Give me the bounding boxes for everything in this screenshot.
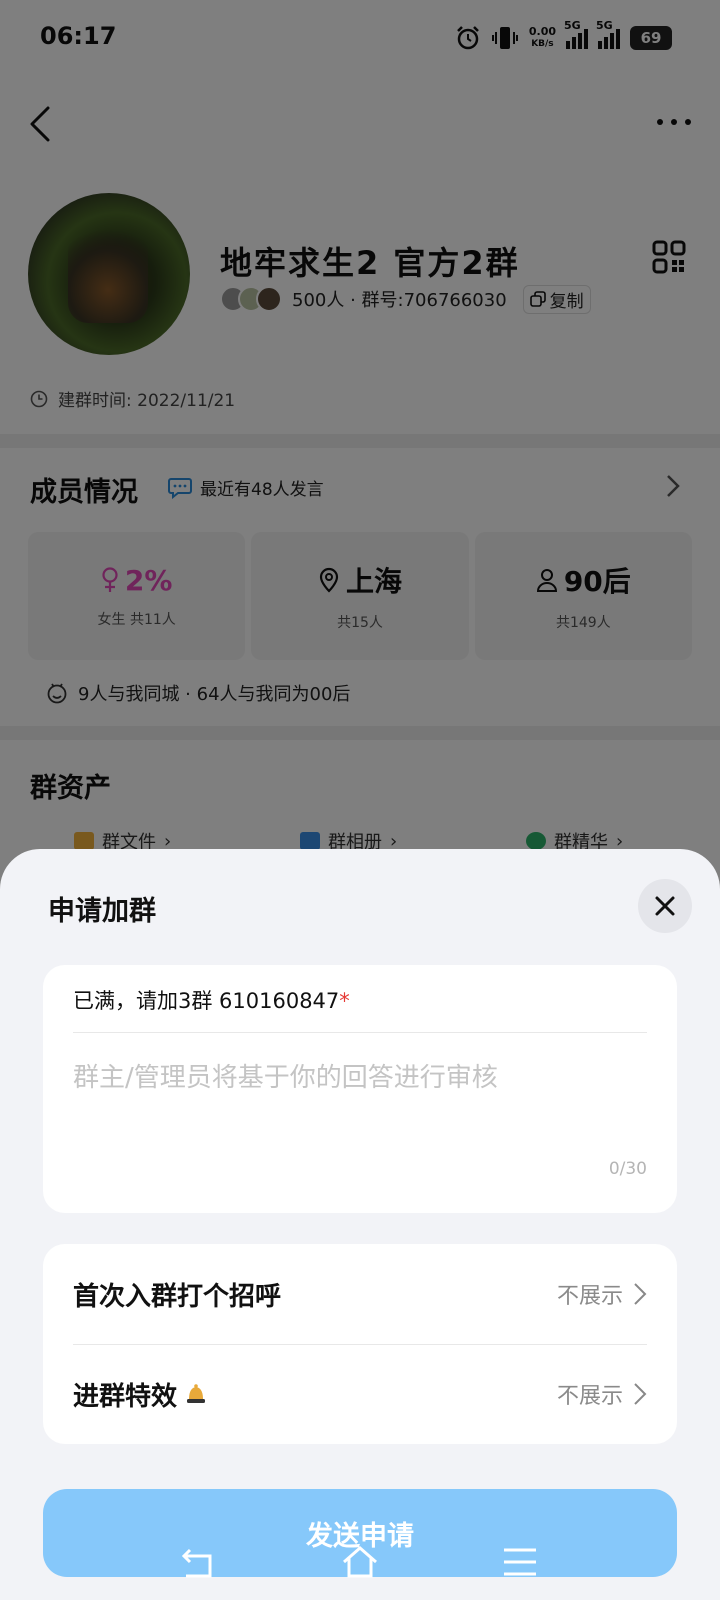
question-divider <box>73 1032 647 1033</box>
char-counter: 0/30 <box>608 1159 647 1179</box>
answer-input[interactable] <box>73 1063 647 1093</box>
chevron-right-icon <box>634 1283 647 1305</box>
join-effect-value: 不展示 <box>556 1384 623 1409</box>
question-card: 已满，请加3群 610160847* 0/30 <box>43 965 677 1213</box>
join-request-sheet: 申请加群 已满，请加3群 610160847* 0/30 首次入群打个招呼 不展… <box>0 849 720 1600</box>
close-icon <box>655 896 675 916</box>
back-nav-icon[interactable] <box>180 1542 220 1582</box>
greeting-label: 首次入群打个招呼 <box>73 1281 282 1312</box>
join-effect-label-wrap: 进群特效 <box>73 1376 557 1413</box>
join-effect-row[interactable]: 进群特效 不展示 <box>43 1344 677 1444</box>
home-nav-icon[interactable] <box>340 1542 380 1582</box>
options-card: 首次入群打个招呼 不展示 进群特效 不展示 <box>43 1244 677 1444</box>
join-question-text: 已满，请加3群 610160847 <box>73 989 340 1013</box>
system-nav-bar <box>0 1542 720 1592</box>
join-effect-label: 进群特效 <box>73 1381 178 1412</box>
close-button[interactable] <box>638 879 692 933</box>
join-question: 已满，请加3群 610160847* <box>73 985 350 1015</box>
sheet-title: 申请加群 <box>48 896 156 927</box>
menu-nav-icon[interactable] <box>500 1542 540 1582</box>
required-mark: * <box>339 989 350 1013</box>
chevron-right-icon <box>634 1383 647 1405</box>
bell-icon <box>187 1384 206 1403</box>
greeting-row[interactable]: 首次入群打个招呼 不展示 <box>43 1244 677 1344</box>
greeting-value: 不展示 <box>556 1284 623 1309</box>
